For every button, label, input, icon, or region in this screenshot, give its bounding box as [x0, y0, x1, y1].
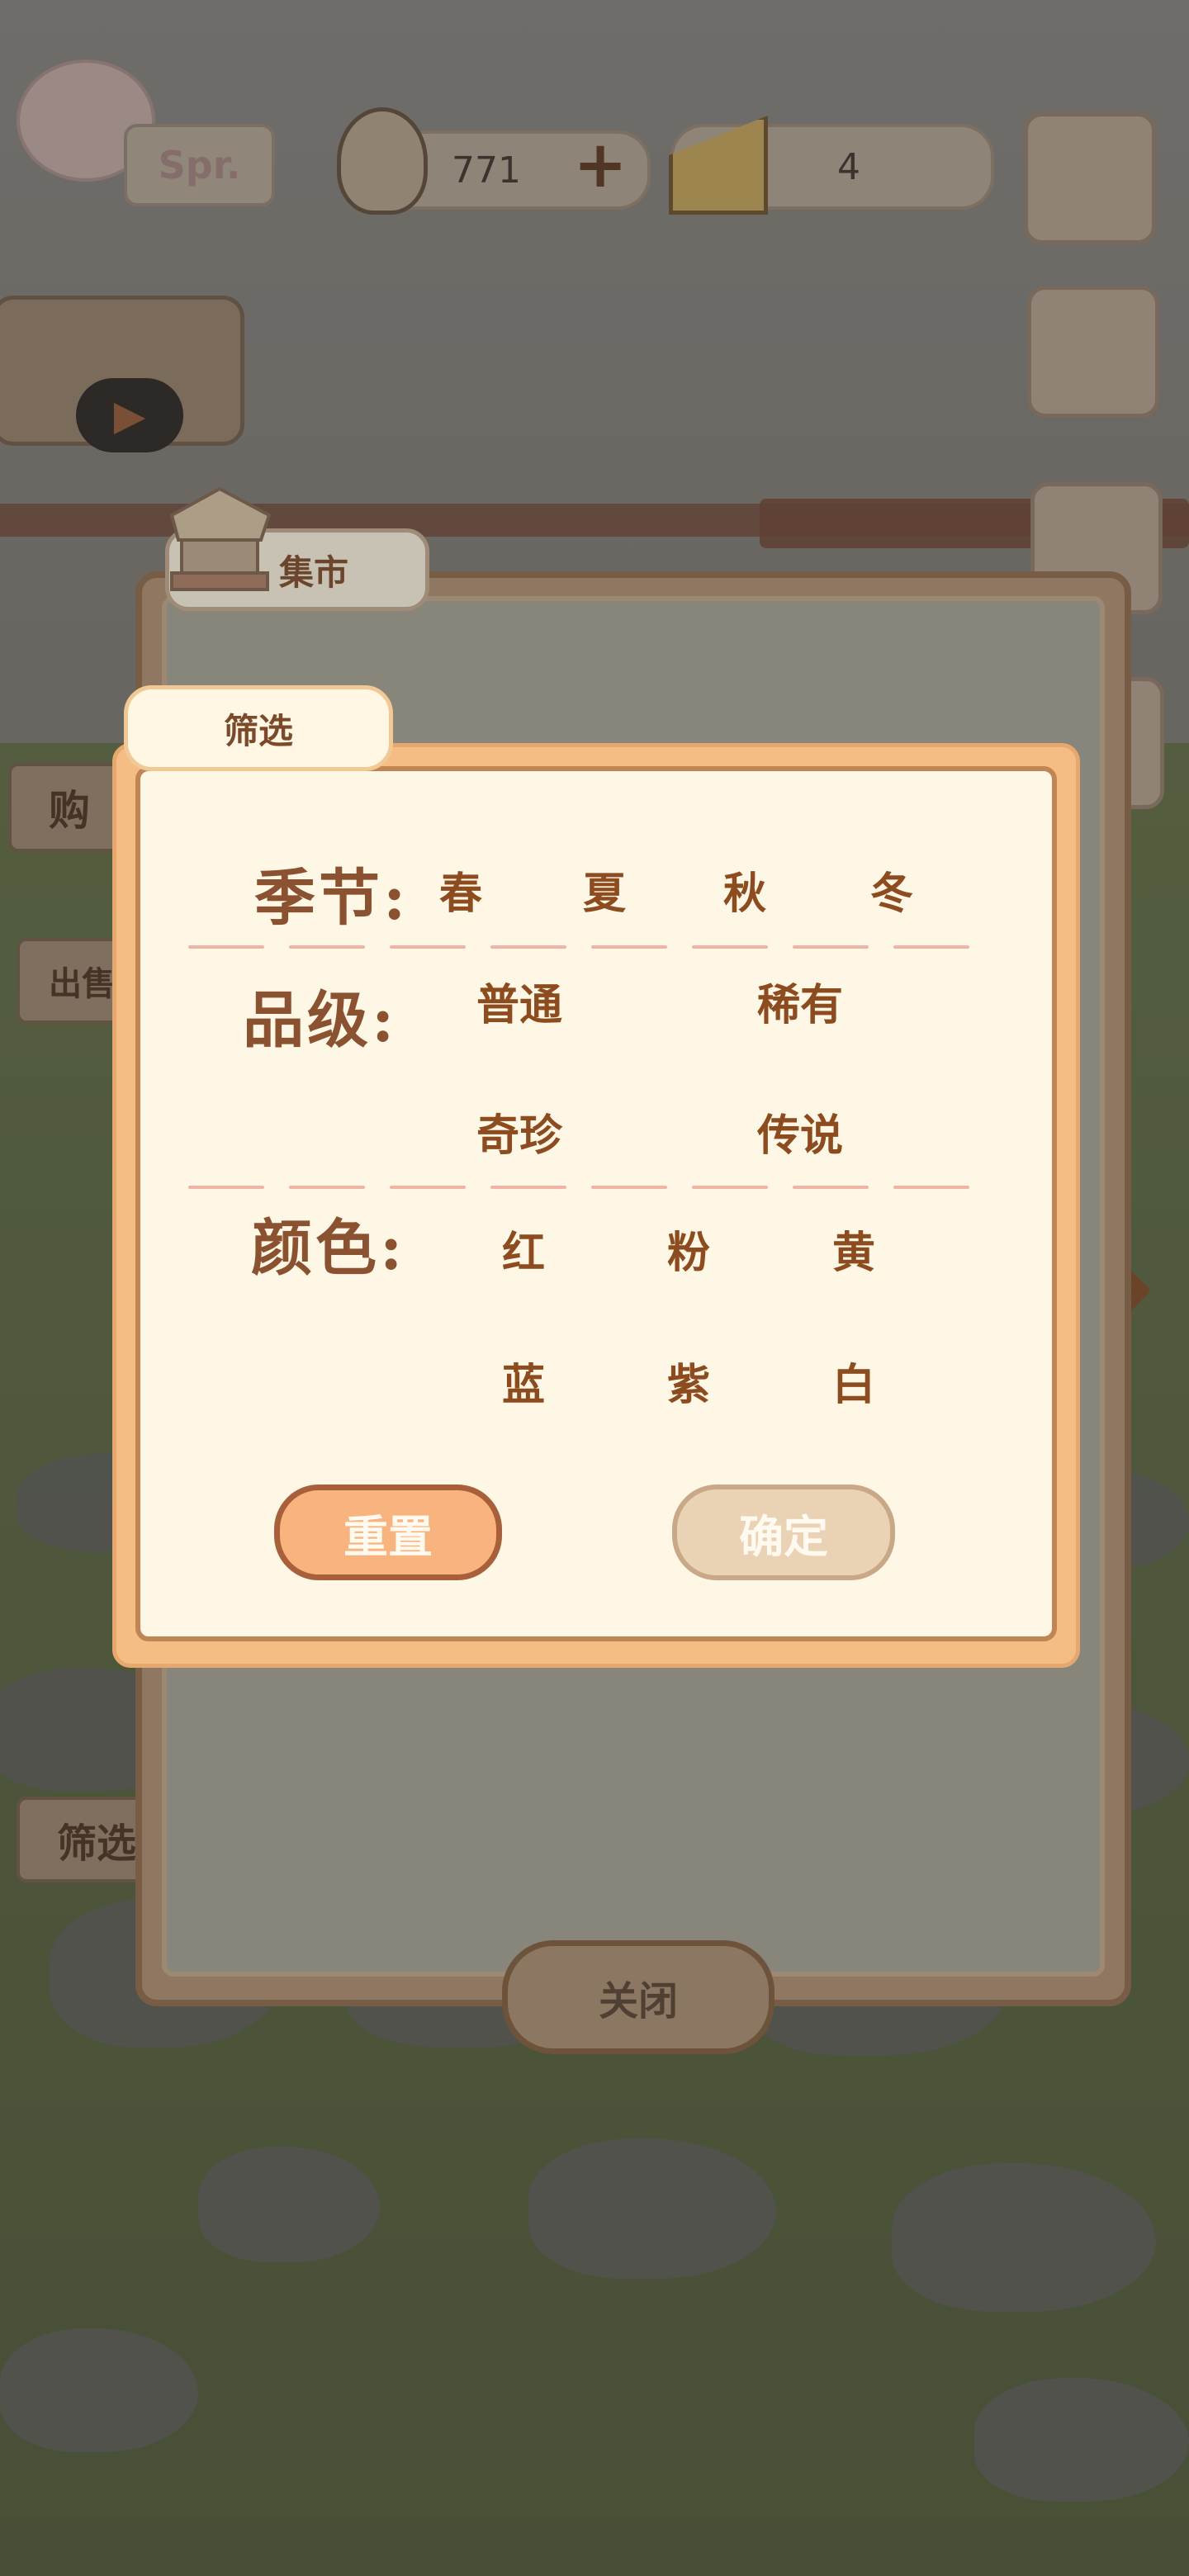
season-option-winter[interactable]: 冬	[850, 860, 933, 919]
color-option-purple[interactable]: 紫	[647, 1351, 730, 1410]
color-option-blue[interactable]: 蓝	[482, 1351, 565, 1410]
color-option-white[interactable]: 白	[812, 1351, 895, 1410]
color-option-yellow[interactable]: 黄	[812, 1219, 895, 1278]
grade-option-common[interactable]: 普通	[452, 971, 586, 1030]
grade-divider	[188, 1186, 969, 1191]
grade-option-legendary[interactable]: 传说	[733, 1101, 867, 1161]
color-option-pink[interactable]: 粉	[647, 1219, 730, 1278]
season-option-summer[interactable]: 夏	[563, 860, 646, 919]
season-option-spring[interactable]: 春	[419, 860, 502, 919]
season-label: 季节:	[254, 863, 410, 934]
season-option-autumn[interactable]: 秋	[703, 860, 786, 919]
grade-label: 品级:	[243, 985, 398, 1056]
season-divider	[188, 945, 969, 950]
color-option-red[interactable]: 红	[482, 1219, 565, 1278]
color-label: 颜色:	[251, 1213, 406, 1284]
filter-title-tab: 筛选	[124, 685, 393, 771]
confirm-button[interactable]: 确定	[672, 1485, 895, 1580]
grade-option-exotic[interactable]: 奇珍	[452, 1101, 586, 1161]
grade-option-rare[interactable]: 稀有	[733, 971, 867, 1030]
reset-button[interactable]: 重置	[274, 1485, 502, 1580]
